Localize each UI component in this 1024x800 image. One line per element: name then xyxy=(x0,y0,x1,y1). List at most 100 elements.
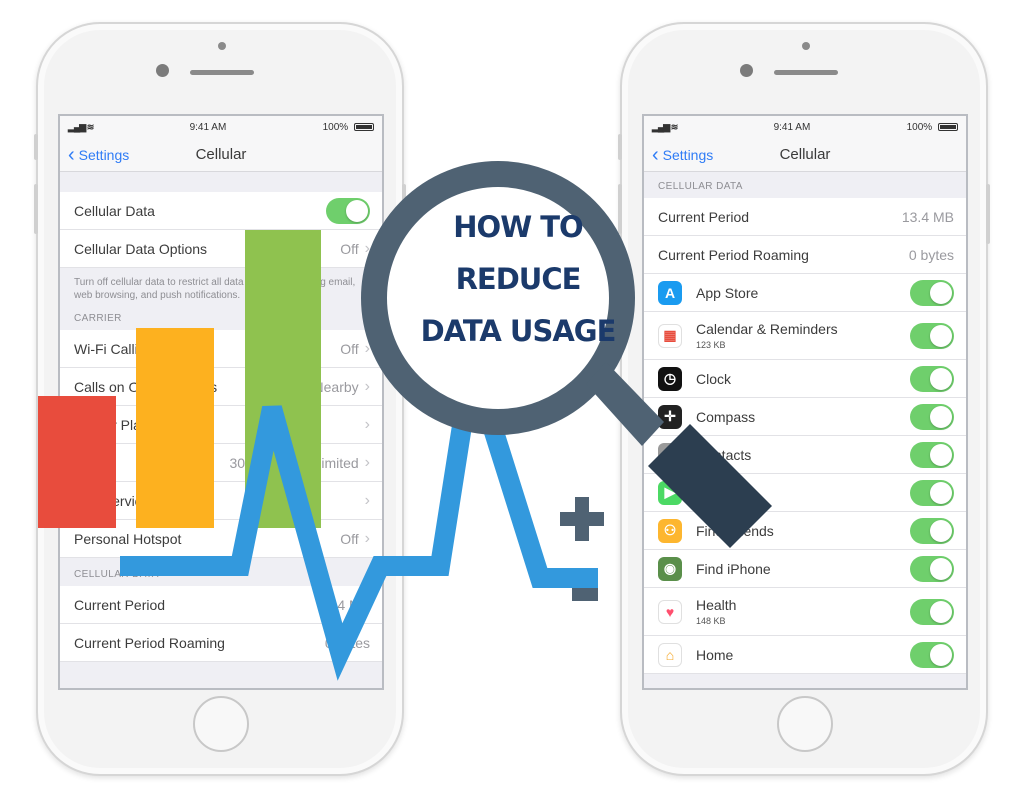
app-usage: 148 KB xyxy=(696,616,726,626)
carrier-row-label: SIM Services xyxy=(74,492,157,509)
plus-horizontal xyxy=(560,512,604,526)
app-row: ☺ Contacts xyxy=(644,436,966,474)
status-time: 9:41 AM xyxy=(189,121,227,133)
signal-icon: ▂▄▆ ≋ xyxy=(652,121,678,132)
app-data-toggle[interactable] xyxy=(910,479,954,506)
app-row: ⌂ Home xyxy=(644,636,966,674)
current-period-value: 13.4 MB xyxy=(901,208,954,225)
mute-switch xyxy=(34,134,38,160)
carrier-row[interactable]: Wi-Fi Calling Off › xyxy=(60,330,382,368)
back-label: Settings xyxy=(662,146,714,163)
carrier-list: Wi-Fi Calling Off › Calls on Other Devices W… xyxy=(60,330,382,558)
cellular-data-toggle[interactable] xyxy=(326,197,370,224)
app-list: A App Store ▦ Calendar & Reminders 123 KB ◷ Cl… xyxy=(644,274,966,674)
battery-icon xyxy=(353,122,374,131)
status-time: 9:41 AM xyxy=(773,121,811,133)
sensor-dot xyxy=(802,42,810,50)
sensor-dot xyxy=(218,42,226,50)
current-period-value: 13.4 MB xyxy=(317,596,370,613)
minus-bar xyxy=(572,588,598,601)
app-store-icon: A xyxy=(658,280,682,305)
nav-bar: ‹ Settings Cellular xyxy=(644,138,966,172)
app-data-toggle[interactable] xyxy=(910,598,954,625)
home-icon: ⌂ xyxy=(658,642,682,667)
headline-line-1: HOW TO xyxy=(453,210,583,244)
signal-icon: ▂▄▆ ≋ xyxy=(68,121,94,132)
home-button[interactable] xyxy=(777,696,833,752)
roaming-row: Current Period Roaming 0 bytes xyxy=(644,236,966,274)
back-button[interactable]: ‹ Settings xyxy=(60,145,129,165)
cellular-data-options-row[interactable]: Cellular Data Options Off › xyxy=(60,230,382,268)
contacts-icon: ☺ xyxy=(658,442,682,467)
app-data-toggle[interactable] xyxy=(910,365,954,392)
cellular-data-row[interactable]: Cellular Data xyxy=(60,192,382,230)
app-data-toggle[interactable] xyxy=(910,403,954,430)
cellular-data-header: CELLULAR DATA xyxy=(74,569,159,580)
roaming-row: Current Period Roaming 0 bytes xyxy=(60,624,382,662)
app-name: Find Friends xyxy=(696,522,774,539)
carrier-row-label: Personal Hotspot xyxy=(74,530,182,547)
back-button[interactable]: ‹ Settings xyxy=(644,143,714,166)
carrier-row[interactable]: Personal Hotspot Off › xyxy=(60,520,382,558)
plus-vertical xyxy=(575,497,589,541)
app-row: ◉ Find iPhone xyxy=(644,550,966,588)
app-data-toggle[interactable] xyxy=(910,279,954,306)
battery-percent: 100% xyxy=(906,121,933,133)
carrier-row[interactable]: Carrier Plan › xyxy=(60,406,382,444)
compass-icon: ✛ xyxy=(658,404,682,429)
roaming-label: Current Period Roaming xyxy=(74,634,225,651)
right-screen: ▂▄▆ ≋ 9:41 AM 100% ‹ Settings Cellular C… xyxy=(642,114,968,690)
cellular-data-label: Cellular Data xyxy=(74,202,155,219)
status-bar: ▂▄▆ ≋ 9:41 AM 100% xyxy=(60,116,382,138)
battery-indicator: 100% xyxy=(907,122,958,133)
app-name: Clock xyxy=(696,370,732,387)
left-screen: ▂▄▆ ≋ 9:41 AM 100% ‹ Settings Cellular C… xyxy=(58,114,384,690)
app-data-toggle[interactable] xyxy=(910,322,954,349)
options-value: Off xyxy=(340,240,359,257)
carrier-row-value: Off xyxy=(340,340,359,357)
chevron-right-icon: › xyxy=(364,377,370,395)
earpiece-speaker xyxy=(190,70,254,75)
carrier-row[interactable]: SIM Services › xyxy=(60,482,382,520)
app-data-toggle[interactable] xyxy=(910,441,954,468)
carrier-row-value: When Nearby xyxy=(273,378,359,395)
chevron-right-icon: › xyxy=(364,339,370,357)
chevron-left-icon: ‹ xyxy=(652,143,659,166)
current-period-label: Current Period xyxy=(74,596,166,613)
power-button xyxy=(986,184,990,244)
home-button[interactable] xyxy=(193,696,249,752)
app-name: Compass xyxy=(696,408,756,425)
earpiece-speaker xyxy=(774,70,838,75)
carrier-row-label: Calls on Other Devices xyxy=(74,378,218,395)
carrier-row-label: Carrier Plan xyxy=(74,416,149,433)
front-camera xyxy=(740,64,753,77)
app-row: ⚇ Find Friends xyxy=(644,512,966,550)
plus-minus-icon xyxy=(560,497,604,601)
headline-line-3: DATA USAGE xyxy=(420,314,617,348)
cellular-footnote: Turn off cellular data to restrict all d… xyxy=(74,277,356,301)
chevron-right-icon: › xyxy=(364,529,370,547)
carrier-row-value: Off xyxy=(340,530,359,547)
battery-icon xyxy=(937,122,958,131)
app-row: ✛ Compass xyxy=(644,398,966,436)
app-data-toggle[interactable] xyxy=(910,517,954,544)
calendar-icon: ▦ xyxy=(658,323,682,348)
cellular-data-header: CELLULAR DATA xyxy=(658,181,743,192)
health-icon: ♥ xyxy=(658,599,682,624)
carrier-row[interactable]: Calls on Other Devices When Nearby › xyxy=(60,368,382,406)
roaming-label: Current Period Roaming xyxy=(658,246,809,263)
app-row: A App Store xyxy=(644,274,966,312)
app-row: ◷ Clock xyxy=(644,360,966,398)
right-iphone: ▂▄▆ ≋ 9:41 AM 100% ‹ Settings Cellular C… xyxy=(618,22,990,776)
app-row: ▦ Calendar & Reminders 123 KB xyxy=(644,312,966,360)
app-name: App Store xyxy=(696,284,759,301)
battery-indicator: 100% xyxy=(323,122,374,133)
app-data-toggle[interactable] xyxy=(910,641,954,668)
options-label: Cellular Data Options xyxy=(74,240,208,257)
clock-icon: ◷ xyxy=(658,366,682,391)
find-iphone-icon: ◉ xyxy=(658,556,682,581)
facetime-icon: ▶ xyxy=(658,480,682,505)
carrier-row[interactable]: 30.7 GB of Unlimited › xyxy=(60,444,382,482)
app-data-toggle[interactable] xyxy=(910,555,954,582)
